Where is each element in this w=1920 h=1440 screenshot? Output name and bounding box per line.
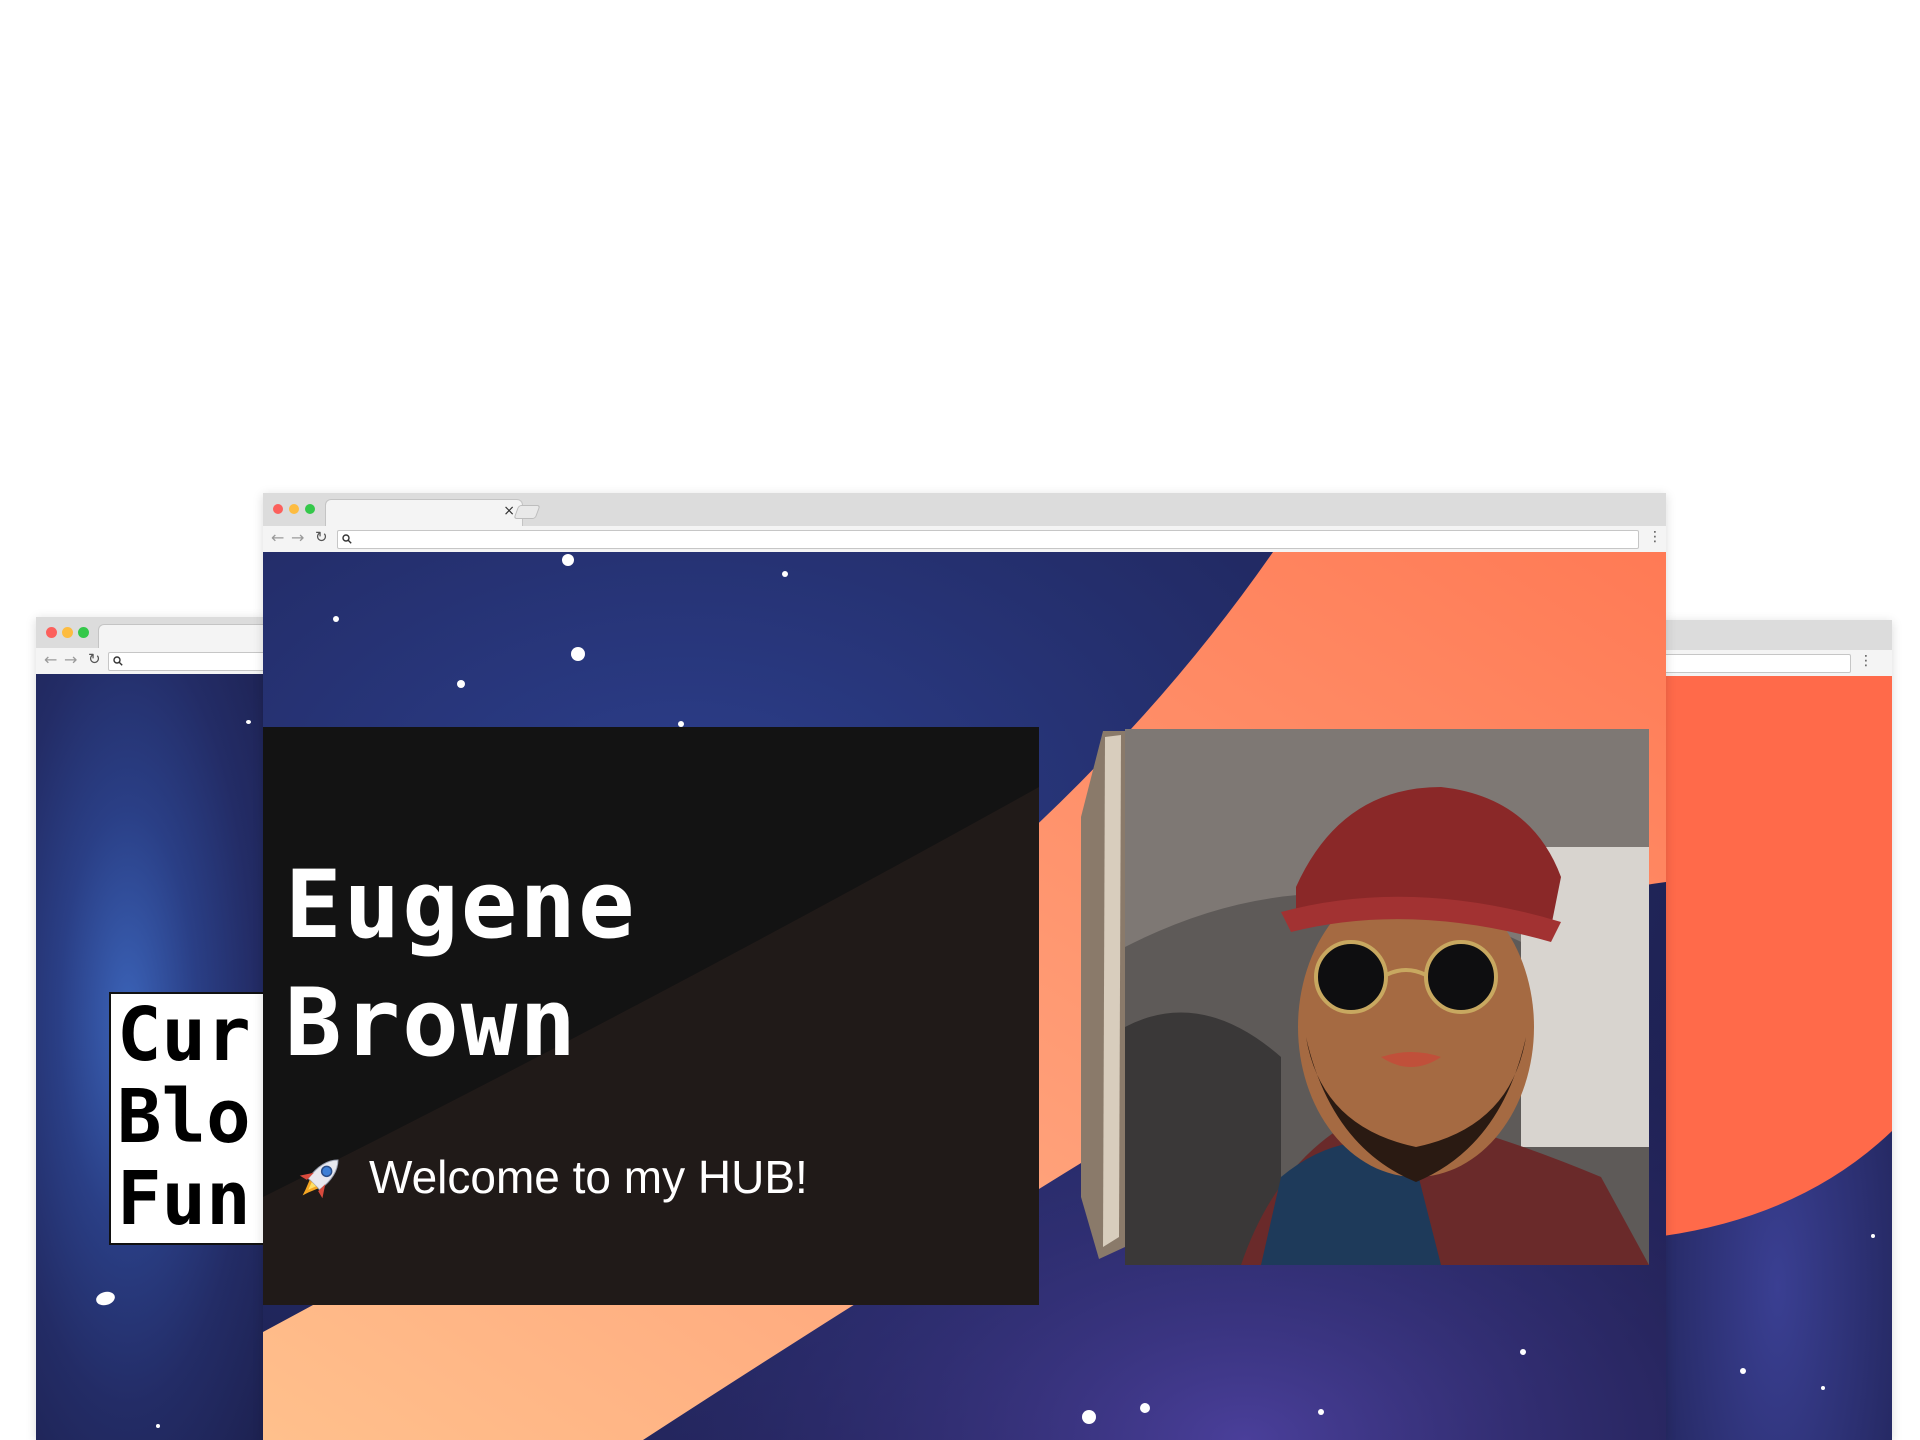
left-browser-window: ← → ↻ Cur Blo Fun	[36, 617, 266, 1440]
window-titlebar: ×	[263, 493, 1666, 527]
browser-toolbar: ← → ↻ ⋮	[263, 526, 1666, 553]
portrait-photo	[1081, 727, 1654, 1273]
portrait-image	[1081, 729, 1649, 1265]
forward-arrow-icon[interactable]: →	[291, 530, 304, 546]
hero-name: Eugene Brown	[285, 847, 637, 1083]
star	[246, 720, 251, 724]
zoom-window-icon[interactable]	[78, 627, 89, 638]
welcome-message: Welcome to my HUB!	[293, 1147, 808, 1207]
zoom-window-icon[interactable]	[305, 504, 315, 514]
window-titlebar	[36, 617, 266, 649]
kebab-menu-icon[interactable]: ⋮	[1648, 530, 1662, 544]
close-window-icon[interactable]	[273, 504, 283, 514]
page-content: Eugene Brown Welcome to my HUB!	[263, 552, 1666, 1440]
search-icon	[113, 656, 123, 666]
back-arrow-icon[interactable]: ←	[44, 652, 57, 668]
browser-tab[interactable]: ×	[325, 499, 523, 527]
hero-name-last: Brown	[285, 969, 578, 1078]
minimize-window-icon[interactable]	[62, 627, 73, 638]
rocket-icon	[299, 1159, 339, 1199]
star	[156, 1424, 160, 1428]
hero-name-first: Eugene	[285, 851, 637, 960]
star	[94, 1289, 117, 1308]
left-page-content: Cur Blo Fun	[36, 674, 266, 1440]
browser-toolbar: ← → ↻	[36, 648, 266, 675]
right-browser-window: ⋮	[1663, 620, 1892, 1440]
new-tab-button[interactable]	[513, 505, 541, 519]
back-arrow-icon[interactable]: ←	[271, 530, 284, 546]
right-page-content	[1663, 676, 1892, 1440]
address-bar[interactable]	[337, 530, 1639, 549]
right-page-background	[1663, 676, 1892, 1440]
window-titlebar	[1663, 620, 1892, 651]
reload-icon[interactable]: ↻	[315, 530, 328, 545]
browser-toolbar: ⋮	[1663, 650, 1892, 677]
hero-name-card: Eugene Brown Welcome to my HUB!	[263, 727, 1039, 1305]
main-browser-window: × ← → ↻ ⋮ Eugene Brown Welcome to my HUB…	[263, 493, 1666, 1440]
address-bar[interactable]	[108, 652, 266, 671]
address-bar[interactable]	[1663, 654, 1851, 673]
browser-tab[interactable]	[98, 624, 266, 649]
close-window-icon[interactable]	[46, 627, 57, 638]
welcome-text: Welcome to my HUB!	[369, 1151, 808, 1203]
blog-card-title: Cur Blo Fun	[117, 992, 251, 1242]
minimize-window-icon[interactable]	[289, 504, 299, 514]
reload-icon[interactable]: ↻	[88, 652, 101, 667]
forward-arrow-icon[interactable]: →	[64, 652, 77, 668]
kebab-menu-icon[interactable]: ⋮	[1859, 654, 1873, 668]
search-icon	[342, 534, 352, 544]
blog-card[interactable]: Cur Blo Fun	[109, 992, 266, 1245]
